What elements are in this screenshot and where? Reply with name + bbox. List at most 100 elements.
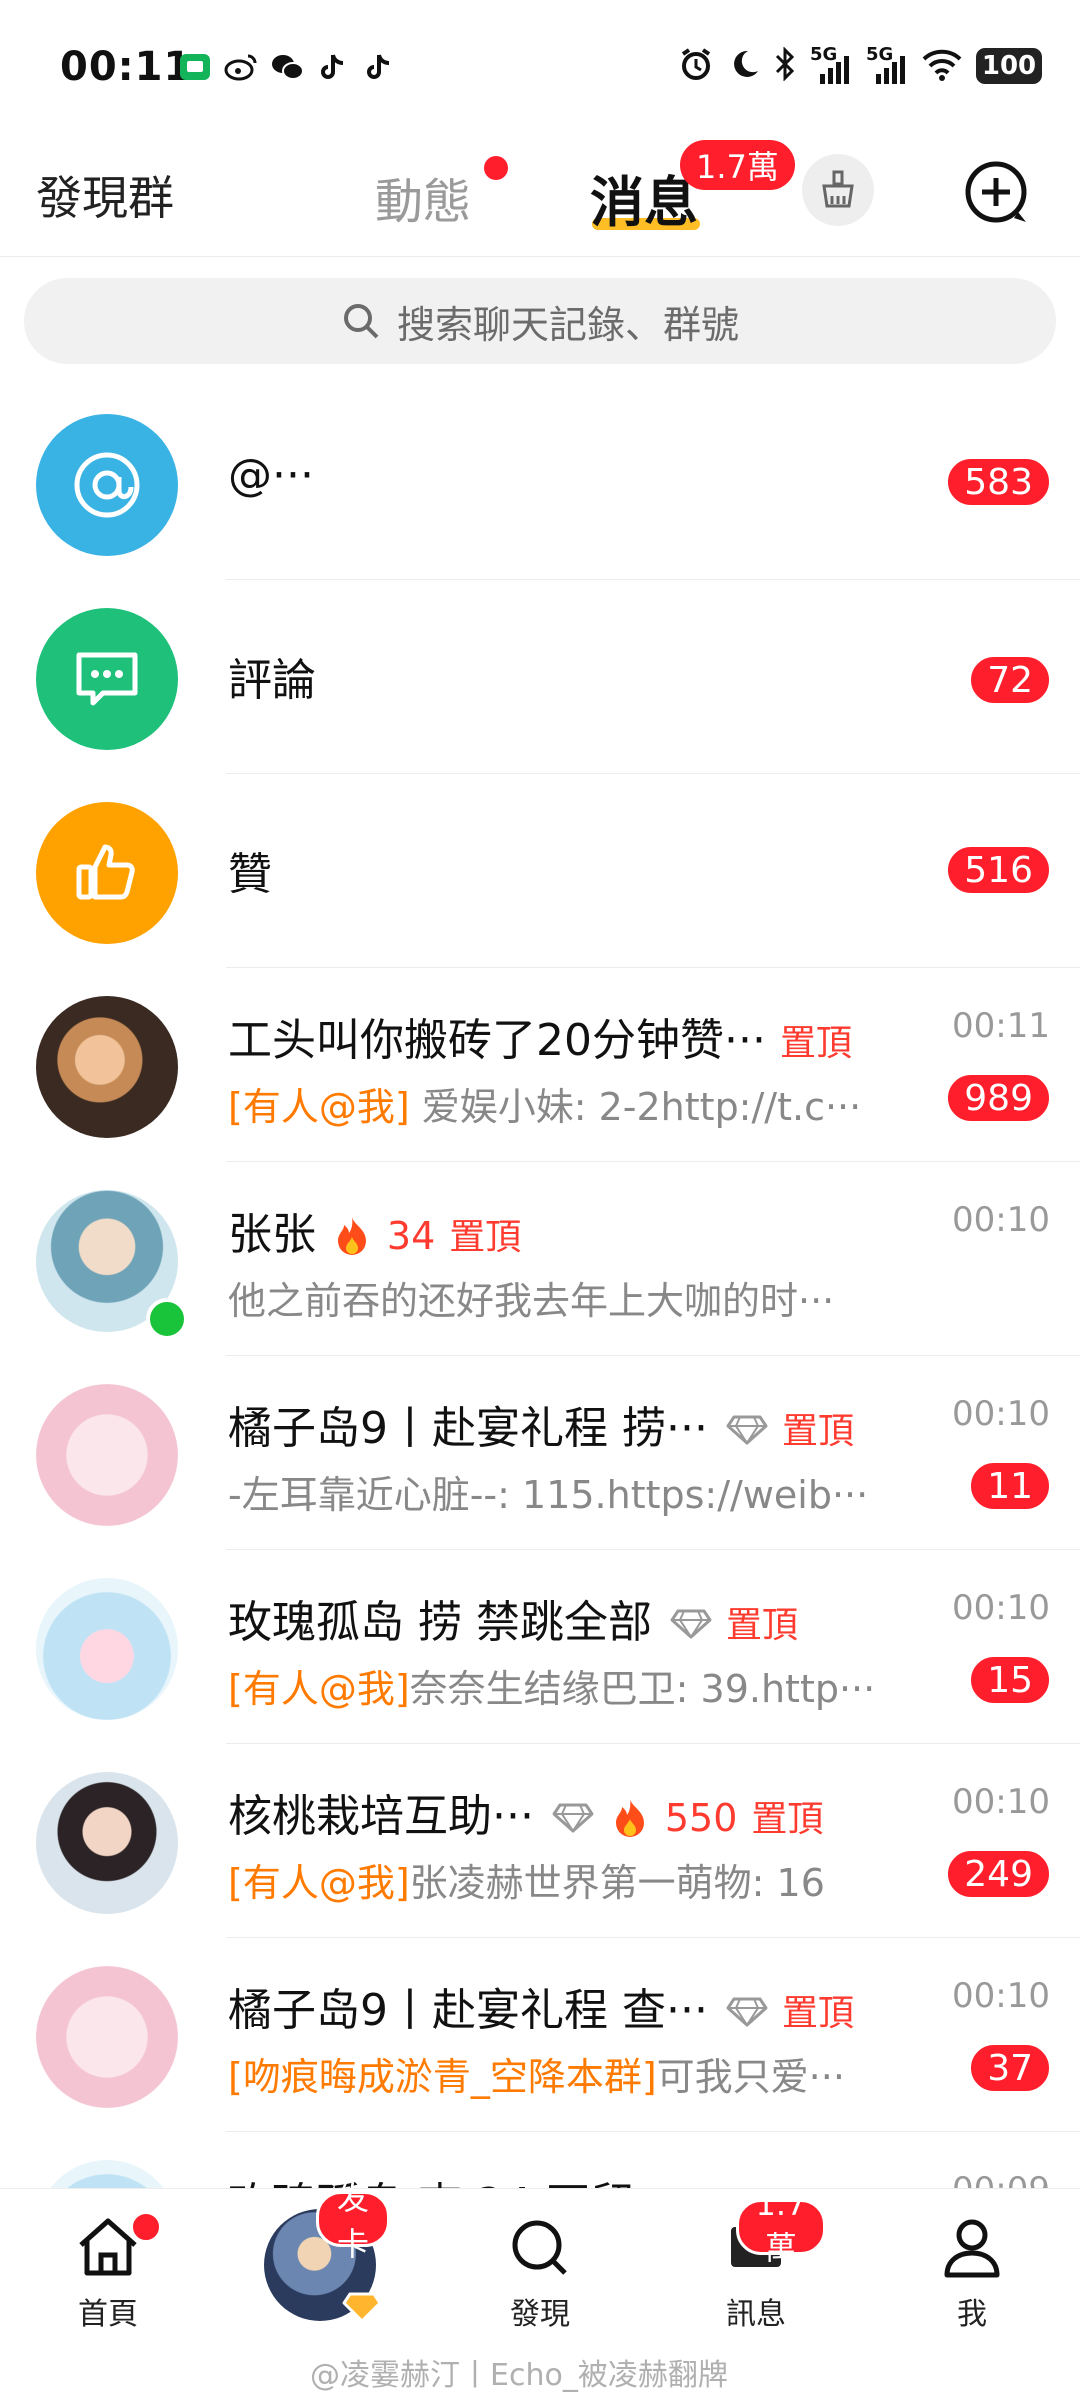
search-icon [343, 304, 379, 339]
tab-home[interactable]: 首頁 [38, 2211, 178, 2333]
signal-icon-2: 5G [866, 44, 908, 84]
chat-row[interactable]: 橘子岛9丨赴宴礼程 捞··· 置頂 00:10 -左耳靠近心脏--: 115.h… [0, 1356, 1080, 1550]
pinned-label: 置頂 [781, 1411, 854, 1452]
diamond-icon [726, 1406, 768, 1457]
list-item-likes[interactable]: 贊 516 [0, 774, 1080, 968]
chat-preview-line: -左耳靠近心脏--: 115.https://weib··· [228, 1464, 868, 1519]
tab-discover-groups[interactable]: 發現群 [36, 162, 174, 228]
chat-title: 玫瑰孤岛 捞 禁跳全部 [228, 1597, 652, 1648]
chat-title-line: 张张 34 置頂 [228, 1198, 521, 1262]
chat-row[interactable]: 橘子岛9丨赴宴礼程 查··· 置頂 00:10 [吻痕晦成淤青_空降本群]可我只… [0, 1938, 1080, 2132]
row-title: @··· [228, 450, 314, 501]
mention-tag: [有人@我] [228, 1085, 410, 1129]
status-time: 00:11 [60, 44, 193, 90]
chat-row[interactable]: 核桃栽培互助··· 550 置頂 00:10 [有人@我]张凌赫世界第一萌物: 1… [0, 1744, 1080, 1938]
new-chat-button[interactable] [962, 158, 1032, 228]
search-icon [512, 2220, 567, 2275]
chat-time: 00:10 [952, 1588, 1050, 1628]
chat-preview: 他之前吞的还好我去年上大咖的时··· [228, 1279, 835, 1323]
chat-title-line: 核桃栽培互助··· 550 置頂 [228, 1780, 823, 1845]
tiktok-icon-2 [362, 50, 396, 84]
clean-button[interactable] [802, 154, 874, 226]
row-title: 贊 [228, 849, 272, 900]
add-chat-icon [965, 161, 1027, 223]
chat-time: 00:11 [952, 1006, 1050, 1046]
thumbs-up-icon [76, 844, 135, 900]
unread-badge: 11 [968, 1460, 1052, 1512]
bluetooth-icon [774, 46, 796, 85]
chat-title: 工头叫你搬砖了20分钟赞··· [228, 1015, 766, 1066]
chat-title-line: 橘子岛9丨赴宴礼程 捞··· 置頂 [228, 1392, 854, 1457]
app-notification-icon [178, 50, 212, 84]
chat-title: 橘子岛9丨赴宴礼程 捞··· [228, 1403, 708, 1454]
diamond-badge-icon [342, 2292, 382, 2323]
card-badge: 发卡 [316, 2179, 390, 2263]
wifi-icon [922, 47, 962, 85]
tab-messages-bottom[interactable]: 1.7萬 訊息 [686, 2185, 826, 2333]
fire-icon [324, 1217, 381, 1258]
chat-preview: 爱娱小妹: 2-2http://t.c··· [409, 1085, 862, 1129]
chat-avatar [36, 1966, 178, 2108]
unread-badge: 15 [968, 1654, 1052, 1706]
unread-badge: 989 [945, 1072, 1052, 1124]
search-bar[interactable]: 搜索聊天記錄、群號 [24, 278, 1056, 364]
chat-preview: 奈奈生结缘巴卫: 39.http··· [409, 1667, 876, 1711]
chat-preview-line: [有人@我]张凌赫世界第一萌物: 16 [228, 1852, 825, 1907]
diamond-icon [552, 1794, 594, 1845]
chat-preview: -左耳靠近心脏--: 115.https://weib··· [228, 1473, 869, 1517]
online-status-dot [146, 1298, 188, 1340]
tab-discover[interactable]: 發現 [470, 2215, 610, 2333]
signal-icon-1: 5G [810, 44, 852, 84]
do-not-disturb-icon [728, 48, 760, 84]
pinned-label: 置頂 [725, 1605, 798, 1646]
tab-discover-label: 發現 [510, 2297, 570, 2332]
diamond-icon [726, 1988, 768, 2039]
chat-preview-line: 他之前吞的还好我去年上大咖的时··· [228, 1270, 834, 1325]
row-title: 評論 [228, 655, 316, 706]
unread-badge: 583 [945, 456, 1052, 508]
chat-title-line: 橘子岛9丨赴宴礼程 查··· 置頂 [228, 1974, 854, 2039]
chat-row[interactable]: 工头叫你搬砖了20分钟赞··· 置頂 00:11 [有人@我] 爱娱小妹: 2-2… [0, 968, 1080, 1162]
mention-tag: [吻痕晦成淤青_空降本群] [228, 2055, 657, 2099]
at-icon [74, 452, 140, 518]
chat-row[interactable]: 张张 34 置頂 00:10 他之前吞的还好我去年上大咖的时··· [0, 1162, 1080, 1356]
pinned-label: 置頂 [779, 1023, 852, 1064]
status-right-icons: 5G 5G 100 [678, 44, 1042, 86]
chat-title: 张张 [228, 1209, 316, 1260]
mention-tag: [有人@我] [228, 1861, 410, 1905]
list-item-mentions[interactable]: @··· 583 [0, 386, 1080, 580]
wechat-icon [270, 50, 304, 84]
messages-tab-badge: 1.7萬 [736, 2185, 826, 2267]
watermark-text: @凌霎赫汀丨Echo_被凌赫翻牌 [310, 2358, 728, 2393]
tab-me[interactable]: 我 [902, 2215, 1042, 2333]
mention-tag: [有人@我] [228, 1667, 410, 1711]
pinned-label: 置頂 [781, 1993, 854, 2034]
comments-avatar [36, 608, 178, 750]
tiktok-icon [316, 50, 350, 84]
streak-count: 34 [386, 1214, 436, 1258]
search-placeholder: 搜索聊天記錄、群號 [396, 302, 739, 347]
tab-card[interactable]: 发卡 [250, 2179, 390, 2323]
unread-badge: 37 [968, 2042, 1052, 2094]
chat-preview: 可我只爱··· [656, 2055, 845, 2099]
status-bar: 00:11 5G 5G 100 [0, 0, 1080, 130]
top-navigation: 發現群 動態 消息 1.7萬 [0, 140, 1080, 257]
chat-avatar [36, 996, 178, 1138]
battery-indicator: 100 [976, 48, 1042, 84]
tab-messages-label: 訊息 [726, 2297, 786, 2332]
home-unread-dot [130, 2211, 162, 2243]
chat-preview-line: [吻痕晦成淤青_空降本群]可我只爱··· [228, 2046, 845, 2101]
likes-avatar [36, 802, 178, 944]
tab-home-label: 首頁 [78, 2297, 138, 2332]
tab-dynamic[interactable]: 動態 [375, 162, 471, 232]
list-item-comments[interactable]: 評論 72 [0, 580, 1080, 774]
chat-title-line: 工头叫你搬砖了20分钟赞··· 置頂 [228, 1004, 852, 1068]
chat-preview-line: [有人@我] 爱娱小妹: 2-2http://t.c··· [228, 1076, 861, 1131]
chat-title-line: 玫瑰孤岛 捞 禁跳全部 置頂 [228, 1586, 798, 1651]
broom-icon [822, 170, 854, 208]
chat-avatar [36, 1772, 178, 1914]
diamond-icon [670, 1600, 712, 1651]
chat-time: 00:10 [952, 1394, 1050, 1434]
chat-avatar [36, 1578, 178, 1720]
chat-row[interactable]: 玫瑰孤岛 捞 禁跳全部 置頂 00:10 [有人@我]奈奈生结缘巴卫: 39.h… [0, 1550, 1080, 1744]
